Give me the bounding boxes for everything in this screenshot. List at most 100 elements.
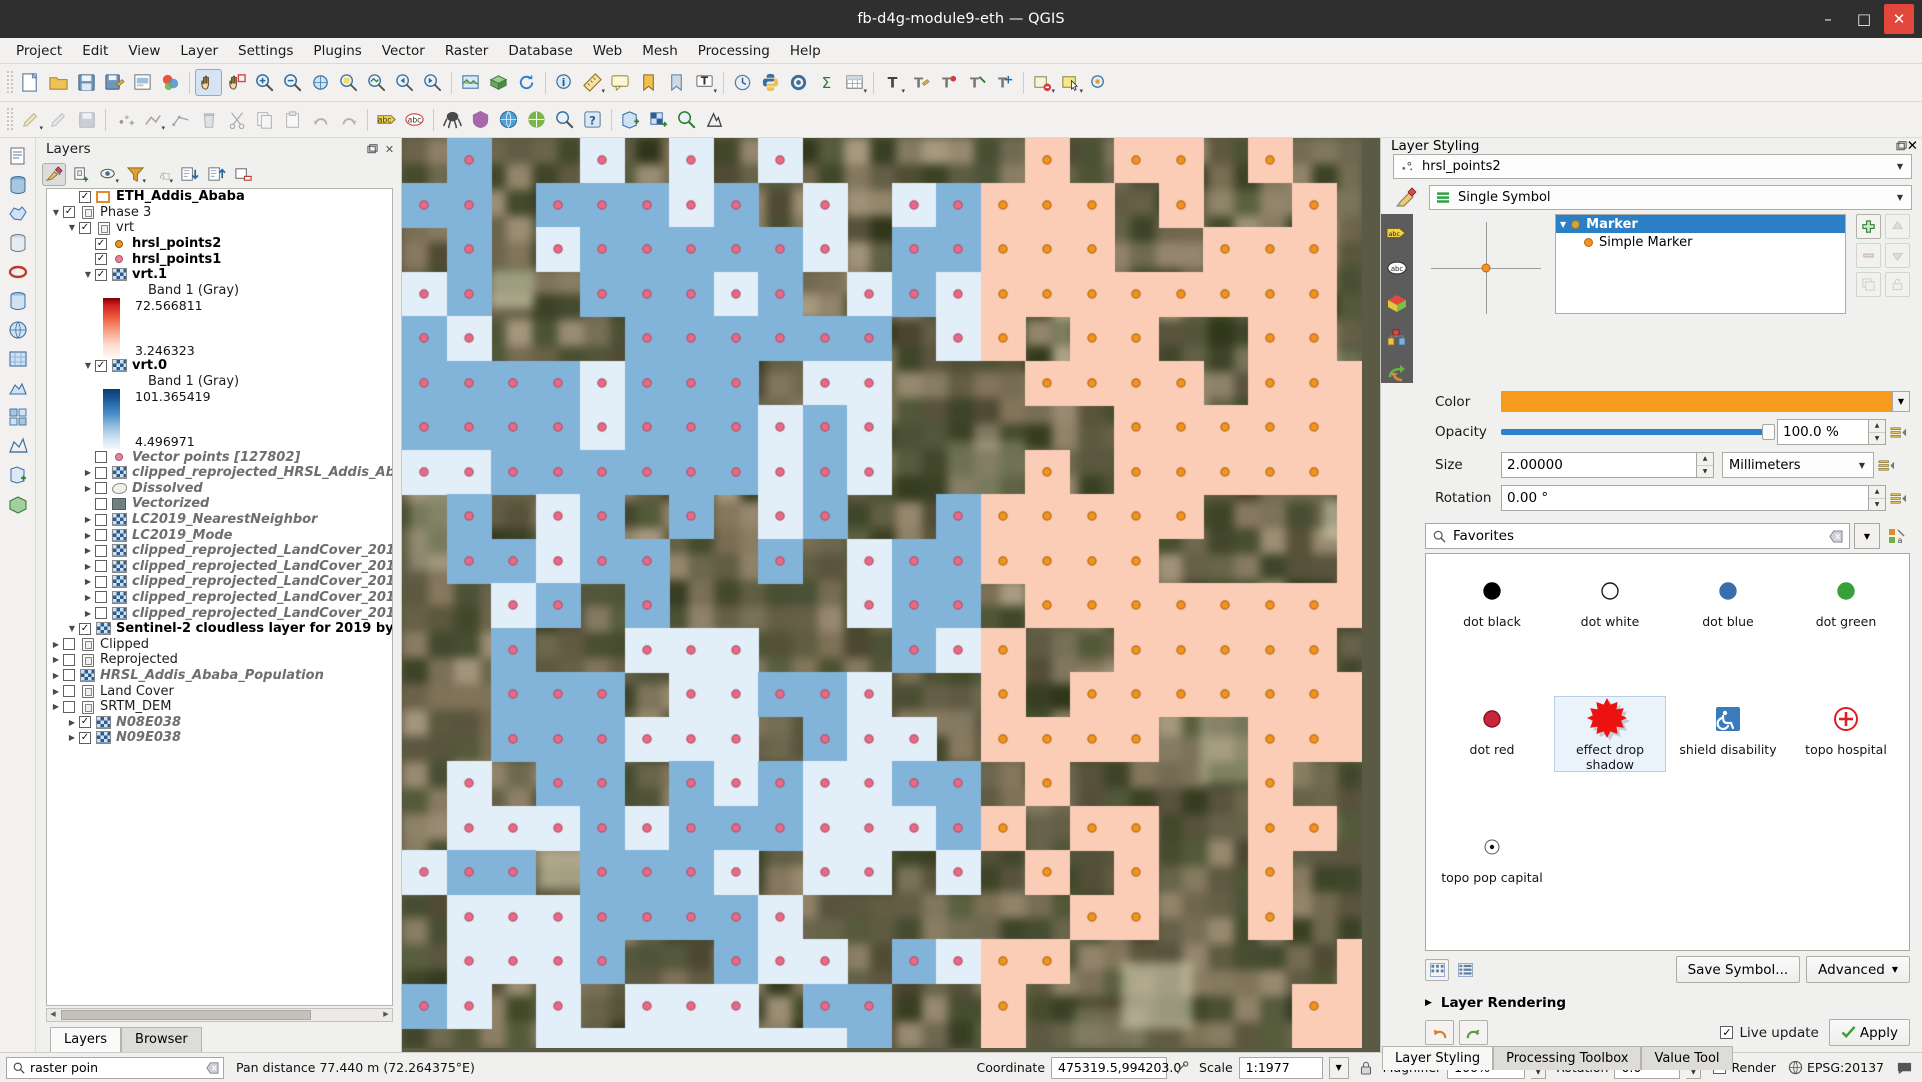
symbol-layer-tree[interactable]: ▼ Marker Simple Marker bbox=[1555, 214, 1846, 314]
icon-view-icon[interactable] bbox=[1425, 958, 1449, 981]
add-postgis-layer-icon[interactable] bbox=[4, 171, 31, 198]
expand-all-icon[interactable] bbox=[177, 163, 201, 186]
actions-icon[interactable] bbox=[1385, 363, 1409, 383]
chevron-down-icon-2[interactable]: ▼ bbox=[1891, 193, 1909, 202]
paste-features-icon[interactable] bbox=[279, 106, 306, 133]
layer-visibility-checkbox[interactable] bbox=[95, 482, 107, 495]
lock-scale-icon[interactable] bbox=[1355, 1060, 1377, 1076]
redo-edit-icon[interactable] bbox=[335, 106, 362, 133]
layer-tree-row[interactable]: ▶ clipped_reprojected_LandCover_2015 bbox=[47, 605, 392, 621]
chevron-right-icon[interactable]: ▶ bbox=[81, 593, 95, 602]
layer-visibility-checkbox[interactable] bbox=[95, 575, 107, 588]
bottom-tab-layer-styling[interactable]: Layer Styling bbox=[1382, 1046, 1494, 1070]
symbol-gallery-item[interactable]: topo hospital bbox=[1790, 696, 1902, 757]
search-qms-icon[interactable] bbox=[673, 106, 700, 133]
add-mesh-layer-icon[interactable] bbox=[4, 432, 31, 459]
live-update-checkbox[interactable]: ✓ bbox=[1720, 1026, 1734, 1039]
layer-visibility-checkbox[interactable]: ✓ bbox=[95, 359, 107, 372]
opacity-value[interactable]: 100.0 % bbox=[1777, 419, 1869, 445]
layer-tree-row[interactable]: ▼ ✓ vrt.1 bbox=[47, 267, 392, 283]
remove-symbol-layer-icon[interactable] bbox=[1856, 243, 1881, 268]
layer-tree[interactable]: ✓ ETH_Addis_Ababa ▼ ✓ Phase 3 ▼ ✓ vrt ✓ hrsl_poin… bbox=[46, 188, 393, 1006]
symbol-search-box[interactable]: Favorites bbox=[1425, 523, 1850, 549]
menu-item-view[interactable]: View bbox=[118, 41, 170, 61]
close-button[interactable]: ✕ bbox=[1884, 4, 1914, 34]
add-line-feature-icon[interactable]: ▾ bbox=[139, 106, 166, 133]
symbol-gallery-item[interactable]: dot blue bbox=[1672, 568, 1784, 629]
menu-item-help[interactable]: Help bbox=[780, 41, 831, 61]
copy-features-icon[interactable] bbox=[251, 106, 278, 133]
masks-icon[interactable]: abc bbox=[1385, 258, 1409, 278]
add-vector-layer-icon[interactable] bbox=[617, 106, 644, 133]
chevron-down-icon-sym[interactable]: ▼ bbox=[1560, 220, 1566, 229]
layer-visibility-checkbox[interactable] bbox=[95, 560, 107, 573]
renderer-type-combo[interactable]: Single Symbol ▼ bbox=[1429, 185, 1912, 210]
clear-icon[interactable] bbox=[1829, 529, 1843, 543]
layer-visibility-checkbox[interactable]: ✓ bbox=[95, 253, 107, 266]
zoom-last-icon[interactable] bbox=[391, 69, 418, 96]
menu-item-web[interactable]: Web bbox=[583, 41, 632, 61]
layer-tree-row[interactable]: ▶ clipped_reprojected_LandCover_2017 bbox=[47, 574, 392, 590]
chevron-right-icon[interactable]: ▶ bbox=[49, 655, 63, 664]
symbol-gallery-item[interactable]: dot red bbox=[1436, 696, 1548, 757]
chevron-right-icon[interactable]: ▶ bbox=[81, 562, 95, 571]
move-down-icon[interactable] bbox=[1885, 243, 1910, 268]
layer-tree-hscrollbar[interactable]: ◀ ▶ bbox=[46, 1008, 393, 1022]
layer-visibility-checkbox[interactable] bbox=[95, 607, 107, 620]
redo-icon[interactable] bbox=[1459, 1020, 1488, 1045]
layer-visibility-checkbox[interactable] bbox=[63, 685, 75, 698]
symbol-gallery[interactable]: dot black dot white dot blue dot green dot r… bbox=[1425, 553, 1910, 951]
new-print-layout-icon[interactable] bbox=[129, 69, 156, 96]
layer-tree-row[interactable]: ▼ ✓ vrt.0 bbox=[47, 358, 392, 374]
rotation-value[interactable]: 0.00 ° bbox=[1501, 485, 1869, 511]
size-unit-combo[interactable]: Millimeters ▼ bbox=[1722, 452, 1874, 478]
menu-item-vector[interactable]: Vector bbox=[372, 41, 435, 61]
python-console-icon[interactable] bbox=[757, 69, 784, 96]
layer-visibility-checkbox[interactable] bbox=[95, 591, 107, 604]
maximize-button[interactable]: □ bbox=[1848, 4, 1880, 34]
layer-tree-row[interactable]: ▼ ✓ Sentinel-2 cloudless layer for 2019 by bbox=[47, 621, 392, 637]
measure-line-icon[interactable]: ▾ bbox=[579, 69, 606, 96]
new-shapefile-layer-icon[interactable] bbox=[4, 461, 31, 488]
zoom-full-icon[interactable] bbox=[307, 69, 334, 96]
layer-tree-row[interactable]: ▶ LC2019_NearestNeighbor bbox=[47, 512, 392, 528]
layer-tree-row[interactable]: ▼ ✓ vrt bbox=[47, 220, 392, 236]
save-project-as-icon[interactable] bbox=[101, 69, 128, 96]
zoom-to-layer-icon[interactable] bbox=[363, 69, 390, 96]
filter-legend-expression-icon[interactable]: ε ▾ bbox=[150, 163, 174, 186]
layer-tree-row[interactable]: Band 1 (Gray) bbox=[47, 283, 392, 299]
layer-tree-row[interactable]: ▶ HRSL_Addis_Ababa_Population bbox=[47, 668, 392, 684]
style-manager-shortcut-icon[interactable]: a bbox=[1884, 523, 1910, 549]
save-symbol-button[interactable]: Save Symbol... bbox=[1675, 956, 1801, 983]
move-up-icon[interactable] bbox=[1885, 214, 1910, 239]
layer-tree-row[interactable]: ▶ SRTM_DEM bbox=[47, 699, 392, 715]
label-visible-icon[interactable]: abc bbox=[373, 106, 400, 133]
layer-selector-combo[interactable]: hrsl_points2 ▼ bbox=[1393, 154, 1912, 179]
menu-item-project[interactable]: Project bbox=[6, 41, 72, 61]
layer-tree-row[interactable]: Vectorized bbox=[47, 496, 392, 512]
save-project-icon[interactable] bbox=[73, 69, 100, 96]
chevron-right-icon[interactable]: ▶ bbox=[81, 609, 95, 618]
chevron-right-icon[interactable]: ▶ bbox=[49, 687, 63, 696]
chevron-right-icon[interactable]: ▶ bbox=[49, 640, 63, 649]
statistical-summary-icon[interactable]: Σ bbox=[813, 69, 840, 96]
live-update-row[interactable]: ✓ Live update bbox=[1720, 1025, 1819, 1041]
panel-tab-layers[interactable]: Layers bbox=[50, 1027, 122, 1052]
add-mssql-layer-icon[interactable] bbox=[4, 229, 31, 256]
chevron-down-icon-3[interactable]: ▼ bbox=[1853, 461, 1871, 470]
layer-tree-row[interactable]: ▶ clipped_reprojected_LandCover_2018 bbox=[47, 559, 392, 575]
close-styling-panel-icon[interactable]: ✕ bbox=[1907, 138, 1918, 154]
scale-value[interactable]: 1:1977 bbox=[1238, 1056, 1323, 1079]
menu-item-plugins[interactable]: Plugins bbox=[303, 41, 371, 61]
toolbar-gripper[interactable] bbox=[5, 70, 13, 95]
add-vectortile-layer-icon[interactable] bbox=[4, 403, 31, 430]
layer-tree-row[interactable]: ▶ ✓ N08E038 bbox=[47, 714, 392, 730]
filter-legend-icon[interactable]: ▾ bbox=[123, 163, 147, 186]
menu-item-raster[interactable]: Raster bbox=[435, 41, 499, 61]
identify-features-icon[interactable]: i bbox=[551, 69, 578, 96]
clear-icon-status[interactable] bbox=[206, 1061, 219, 1074]
chevron-down-icon[interactable]: ▼ bbox=[1891, 162, 1909, 171]
opacity-slider[interactable] bbox=[1501, 424, 1775, 440]
undo-edit-icon[interactable] bbox=[307, 106, 334, 133]
undo-icon[interactable] bbox=[1425, 1020, 1454, 1045]
